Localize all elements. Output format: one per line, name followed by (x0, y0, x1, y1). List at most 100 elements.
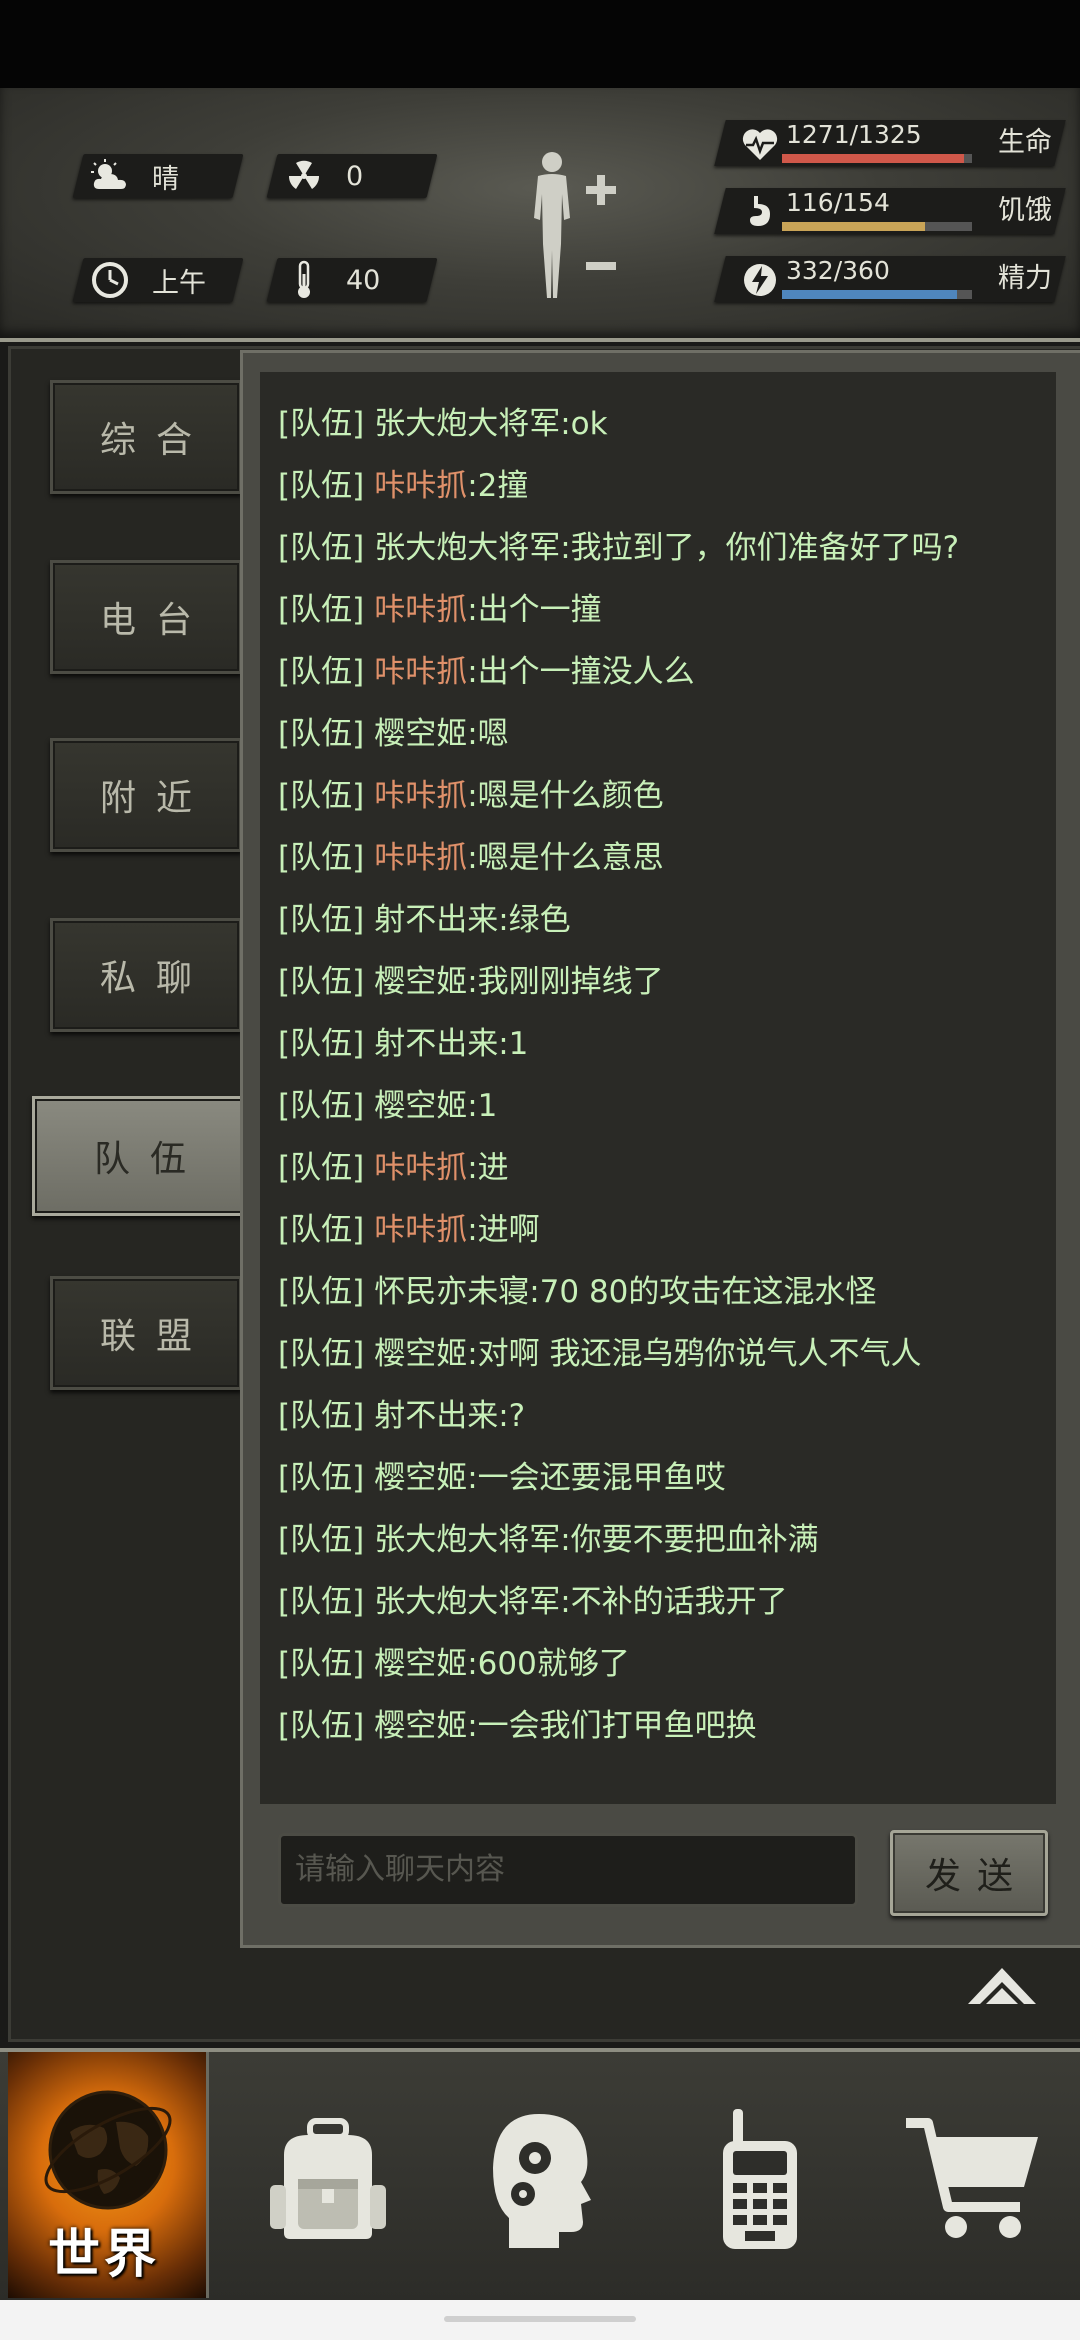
message-text: :绿色 (498, 902, 571, 938)
message-text: :出个一撞 (467, 592, 602, 628)
backpack-icon (270, 2118, 386, 2239)
tab-private[interactable]: 私聊 (50, 918, 242, 1032)
message-text: :嗯是什么意思 (467, 840, 664, 876)
globe-icon (44, 2090, 172, 2210)
speaker-name[interactable]: 咔咔抓 (374, 468, 467, 504)
speaker-name[interactable]: 咔咔抓 (374, 654, 467, 690)
speaker-name[interactable]: 射不出来 (374, 1026, 498, 1062)
channel-tag: [队伍] (278, 406, 365, 442)
channel-tag: [队伍] (278, 840, 365, 876)
chat-message: [队伍] 咔咔抓:进啊 (278, 1204, 540, 1249)
tab-team[interactable]: 队伍 (32, 1096, 248, 1216)
hunger-label: 饥饿 (998, 195, 1052, 226)
speaker-name[interactable]: 张大炮大将军 (374, 406, 560, 442)
shopping-cart-icon (906, 2118, 1038, 2238)
radiation-value: 0 (346, 160, 364, 192)
speaker-name[interactable]: 樱空姬 (374, 716, 467, 752)
thermometer-icon (282, 258, 326, 302)
speaker-name[interactable]: 咔咔抓 (374, 1212, 467, 1248)
speaker-name[interactable]: 张大炮大将军 (374, 530, 560, 566)
weather-chip: 晴 (72, 154, 244, 198)
chat-message-list[interactable]: [队伍] 张大炮大将军:ok [队伍] 咔咔抓:2撞 [队伍] 张大炮大将军:我拉到了，你… (260, 372, 1056, 1804)
chat-message: [队伍] 樱空姬:一会我们打甲鱼吧换 (278, 1700, 757, 1745)
chat-message: [队伍] 张大炮大将军:不补的话我开了 (278, 1576, 788, 1621)
message-text: :一会还要混甲鱼哎 (467, 1460, 726, 1496)
channel-tag: [队伍] (278, 1336, 365, 1372)
channel-tag: [队伍] (278, 902, 365, 938)
chat-input[interactable]: 请输入聊天内容 (278, 1833, 858, 1907)
message-text: :对啊 我还混乌鸦你说气人不气人 (467, 1336, 922, 1372)
plus-icon (586, 175, 616, 205)
message-text: :嗯 (467, 716, 509, 752)
speaker-name[interactable]: 射不出来 (374, 902, 498, 938)
temperature-value: 40 (346, 264, 381, 296)
collapse-button[interactable] (962, 1960, 1042, 2016)
nav-skills-button[interactable] (472, 2090, 612, 2270)
stomach-icon (750, 196, 770, 226)
health-label: 生命 (998, 127, 1052, 158)
speaker-name[interactable]: 咔咔抓 (374, 778, 467, 814)
nav-radio-button[interactable] (690, 2090, 830, 2270)
chat-message: [队伍] 咔咔抓:进 (278, 1142, 509, 1187)
speaker-name[interactable]: 樱空姬 (374, 1336, 467, 1372)
message-text: :不补的话我开了 (560, 1584, 788, 1620)
temperature-chip: 40 (266, 258, 438, 302)
message-text: :进 (467, 1150, 509, 1186)
message-text: :ok (560, 406, 608, 442)
clock-icon (88, 258, 132, 302)
nav-backpack-button[interactable] (258, 2090, 398, 2270)
tab-general[interactable]: 综合 (50, 380, 242, 494)
speaker-name[interactable]: 怀民亦未寝 (374, 1274, 529, 1310)
channel-tag: [队伍] (278, 1274, 365, 1310)
minus-icon (586, 262, 616, 270)
nav-shop-button[interactable] (902, 2090, 1042, 2270)
radiation-icon (282, 154, 326, 198)
message-text: :你要不要把血补满 (560, 1522, 819, 1558)
chat-message: [队伍] 咔咔抓:嗯是什么意思 (278, 832, 664, 877)
tab-nearby[interactable]: 附近 (50, 738, 242, 852)
message-text: :2撞 (467, 468, 529, 504)
speaker-name[interactable]: 咔咔抓 (374, 1150, 467, 1186)
channel-tag: [队伍] (278, 468, 365, 504)
chat-message: [队伍] 怀民亦未寝:70 80的攻击在这混水怪 (278, 1266, 876, 1311)
nav-world-label: 世界 (48, 2225, 161, 2285)
time-label: 上午 (152, 267, 206, 299)
message-text: :1 (498, 1026, 529, 1062)
channel-tag: [队伍] (278, 1522, 365, 1558)
hunger-stat: 116/154 饥饿 (714, 178, 1066, 242)
channel-tag: [队伍] (278, 1088, 365, 1124)
channel-tag: [队伍] (278, 1646, 365, 1682)
nav-world-button[interactable]: 世界 (8, 2052, 209, 2298)
speaker-name[interactable]: 射不出来 (374, 1398, 498, 1434)
body-status-button[interactable] (520, 148, 630, 308)
speaker-name[interactable]: 樱空姬 (374, 1088, 467, 1124)
tab-radio[interactable]: 电台 (50, 560, 242, 674)
chat-message: [队伍] 樱空姬:1 (278, 1080, 497, 1125)
weather-label: 晴 (152, 163, 179, 195)
speaker-name[interactable]: 樱空姬 (374, 1708, 467, 1744)
energy-bolt-icon (744, 264, 776, 296)
health-stat: 1271/1325 生命 (714, 110, 1066, 174)
chat-message: [队伍] 咔咔抓:出个一撞 (278, 584, 602, 629)
speaker-name[interactable]: 张大炮大将军 (374, 1522, 560, 1558)
speaker-name[interactable]: 咔咔抓 (374, 840, 467, 876)
channel-tag: [队伍] (278, 592, 365, 628)
send-button[interactable]: 发送 (890, 1830, 1048, 1916)
channel-tag: [队伍] (278, 530, 365, 566)
message-text: :我刚刚掉线了 (467, 964, 664, 1000)
channel-tag: [队伍] (278, 778, 365, 814)
tab-alliance[interactable]: 联盟 (50, 1276, 242, 1390)
walkie-talkie-icon (723, 2109, 797, 2249)
radiation-chip: 0 (266, 154, 438, 198)
channel-tag: [队伍] (278, 1212, 365, 1248)
time-chip: 上午 (72, 258, 244, 302)
speaker-name[interactable]: 樱空姬 (374, 964, 467, 1000)
message-text: :一会我们打甲鱼吧换 (467, 1708, 757, 1744)
speaker-name[interactable]: 樱空姬 (374, 1646, 467, 1682)
home-indicator[interactable] (444, 2316, 636, 2322)
chat-message: [队伍] 樱空姬:600就够了 (278, 1638, 630, 1683)
speaker-name[interactable]: 樱空姬 (374, 1460, 467, 1496)
speaker-name[interactable]: 张大炮大将军 (374, 1584, 560, 1620)
speaker-name[interactable]: 咔咔抓 (374, 592, 467, 628)
chat-message: [队伍] 樱空姬:一会还要混甲鱼哎 (278, 1452, 726, 1497)
